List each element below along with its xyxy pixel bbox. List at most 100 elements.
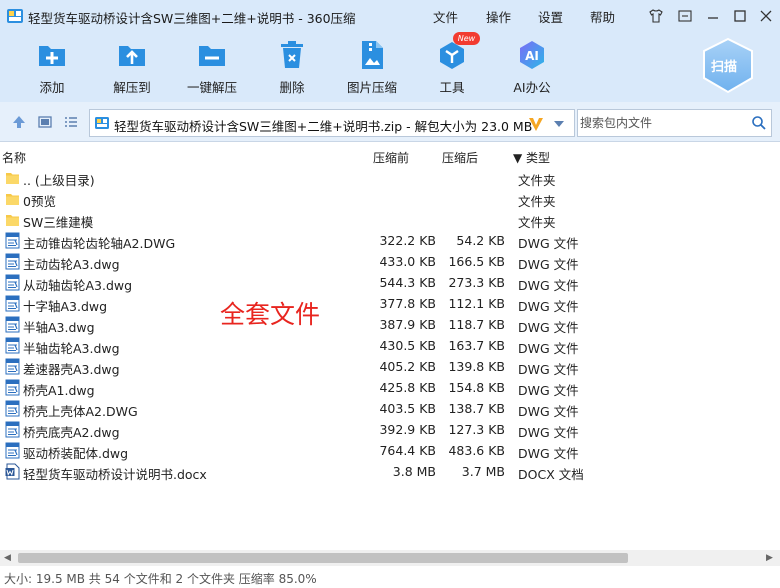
ai-office-label: AI办公 — [513, 80, 551, 95]
search-box — [577, 109, 772, 137]
file-row[interactable]: .. (上级目录) 文件夹 — [0, 167, 780, 188]
file-compressed-size: 483.6 KB — [448, 443, 505, 458]
ai-office-button[interactable]: AI AI办公 — [497, 38, 567, 96]
file-row[interactable]: 差速器壳A3.dwg 405.2 KB 139.8 KB DWG 文件 — [0, 356, 780, 377]
file-row[interactable]: 主动锥齿轮齿轮轴A2.DWG 322.2 KB 54.2 KB DWG 文件 — [0, 230, 780, 251]
dwg-file-icon — [5, 232, 20, 249]
tools-label: 工具 — [439, 80, 465, 95]
scroll-left-icon[interactable]: ◀ — [4, 553, 11, 563]
file-packed-size: 433.0 KB — [379, 254, 436, 269]
path-field[interactable]: 轻型货车驱动桥设计含SW三维图+二维+说明书.zip - 解包大小为 23.0 … — [89, 109, 575, 137]
file-type: DWG 文件 — [518, 278, 579, 293]
delete-button[interactable]: 删除 — [257, 38, 327, 96]
tools-button[interactable]: 工具 — [417, 38, 487, 96]
file-compressed-size: 273.3 KB — [448, 275, 505, 290]
file-row[interactable]: 桥壳上壳体A2.DWG 403.5 KB 138.7 KB DWG 文件 — [0, 398, 780, 419]
file-row[interactable]: SW三维建模 文件夹 — [0, 209, 780, 230]
file-packed-size: 544.3 KB — [379, 275, 436, 290]
minimize-button[interactable] — [703, 6, 723, 26]
image-compress-icon — [362, 41, 383, 69]
file-packed-size: 377.8 KB — [379, 296, 436, 311]
extract-to-label: 解压到 — [113, 80, 151, 95]
file-name: 0预览 — [23, 194, 56, 209]
up-arrow-icon[interactable] — [11, 114, 27, 130]
scroll-thumb[interactable] — [18, 553, 628, 563]
file-type: DWG 文件 — [518, 320, 579, 335]
file-compressed-size: 139.8 KB — [448, 359, 505, 374]
file-row[interactable]: 半轴齿轮A3.dwg 430.5 KB 163.7 KB DWG 文件 — [0, 335, 780, 356]
file-row[interactable]: 轻型货车驱动桥设计说明书.docx 3.8 MB 3.7 MB DOCX 文档 — [0, 461, 780, 482]
zip-file-icon — [95, 117, 109, 129]
file-packed-size: 405.2 KB — [379, 359, 436, 374]
file-row[interactable]: 桥壳A1.dwg 425.8 KB 154.8 KB DWG 文件 — [0, 377, 780, 398]
file-type: 文件夹 — [518, 173, 556, 188]
close-button[interactable] — [756, 6, 776, 26]
file-row[interactable]: 主动齿轮A3.dwg 433.0 KB 166.5 KB DWG 文件 — [0, 251, 780, 272]
file-packed-size: 322.2 KB — [379, 233, 436, 248]
file-packed-size: 392.9 KB — [379, 422, 436, 437]
search-icon[interactable] — [751, 115, 767, 131]
file-row[interactable]: 十字轴A3.dwg 377.8 KB 112.1 KB DWG 文件 — [0, 293, 780, 314]
file-type: DWG 文件 — [518, 404, 579, 419]
image-compress-button[interactable]: 图片压缩 — [337, 38, 407, 96]
file-compressed-size: 163.7 KB — [448, 338, 505, 353]
file-type: DWG 文件 — [518, 299, 579, 314]
chevron-down-icon[interactable] — [553, 119, 565, 129]
new-badge: New — [453, 32, 480, 45]
search-input[interactable] — [580, 113, 745, 133]
dwg-file-icon — [5, 253, 20, 270]
minimize-icon — [708, 17, 718, 19]
dwg-file-icon — [5, 358, 20, 375]
maximize-button[interactable] — [730, 6, 750, 26]
thumbnail-view-icon[interactable] — [37, 114, 53, 130]
file-compressed-size: 166.5 KB — [448, 254, 505, 269]
extract-to-button[interactable]: 解压到 — [97, 38, 167, 96]
add-icon — [39, 46, 65, 66]
menu-operation[interactable]: 操作 — [486, 7, 511, 26]
file-name: 桥壳上壳体A2.DWG — [23, 404, 138, 419]
file-row[interactable]: 半轴A3.dwg 387.9 KB 118.7 KB DWG 文件 — [0, 314, 780, 335]
list-view-icon[interactable] — [63, 114, 79, 130]
file-row[interactable]: 桥壳底壳A2.dwg 392.9 KB 127.3 KB DWG 文件 — [0, 419, 780, 440]
menu-help[interactable]: 帮助 — [590, 7, 615, 26]
column-type[interactable]: ▼ 类型 — [513, 149, 550, 166]
one-click-extract-button[interactable]: 一键解压 — [177, 38, 247, 96]
file-type: DWG 文件 — [518, 341, 579, 356]
file-row[interactable]: 从动轴齿轮A3.dwg 544.3 KB 273.3 KB DWG 文件 — [0, 272, 780, 293]
column-packed[interactable]: 压缩前 — [373, 149, 409, 166]
one-click-extract-icon — [199, 46, 225, 66]
horizontal-scrollbar[interactable]: ◀ ▶ — [0, 550, 780, 566]
docx-file-icon — [5, 463, 20, 480]
v-logo-icon[interactable] — [527, 115, 545, 133]
toolbar: 添加 解压到 一键解压 删除 图片压缩 工具 New AI AI办公 扫描 — [0, 32, 780, 102]
file-type: 文件夹 — [518, 215, 556, 230]
scroll-right-icon[interactable]: ▶ — [766, 553, 773, 563]
column-name[interactable]: 名称 — [2, 149, 26, 166]
app-logo-icon — [7, 9, 23, 23]
skin-button[interactable] — [646, 6, 666, 26]
dwg-file-icon — [5, 316, 20, 333]
file-name: 十字轴A3.dwg — [23, 299, 108, 314]
file-type: DWG 文件 — [518, 236, 579, 251]
menu-settings[interactable]: 设置 — [538, 7, 563, 26]
file-name: 主动齿轮A3.dwg — [23, 257, 120, 272]
file-packed-size: 3.8 MB — [392, 464, 436, 479]
delete-label: 删除 — [279, 80, 305, 95]
file-row[interactable]: 0预览 文件夹 — [0, 188, 780, 209]
file-compressed-size: 3.7 MB — [461, 464, 505, 479]
file-compressed-size: 138.7 KB — [448, 401, 505, 416]
scan-button[interactable]: 扫描 — [700, 36, 756, 96]
feedback-button[interactable] — [675, 6, 695, 26]
menu-file[interactable]: 文件 — [433, 7, 458, 26]
file-compressed-size: 154.8 KB — [448, 380, 505, 395]
dwg-file-icon — [5, 442, 20, 459]
file-name: 桥壳A1.dwg — [23, 383, 95, 398]
file-row[interactable]: 驱动桥装配体.dwg 764.4 KB 483.6 KB DWG 文件 — [0, 440, 780, 461]
add-button[interactable]: 添加 — [17, 38, 87, 96]
file-type: 文件夹 — [518, 194, 556, 209]
column-compressed[interactable]: 压缩后 — [442, 149, 478, 166]
overlay-caption: 全套文件 — [220, 300, 321, 329]
file-name: .. (上级目录) — [23, 173, 95, 188]
file-packed-size: 764.4 KB — [379, 443, 436, 458]
file-name: 主动锥齿轮齿轮轴A2.DWG — [23, 236, 176, 251]
